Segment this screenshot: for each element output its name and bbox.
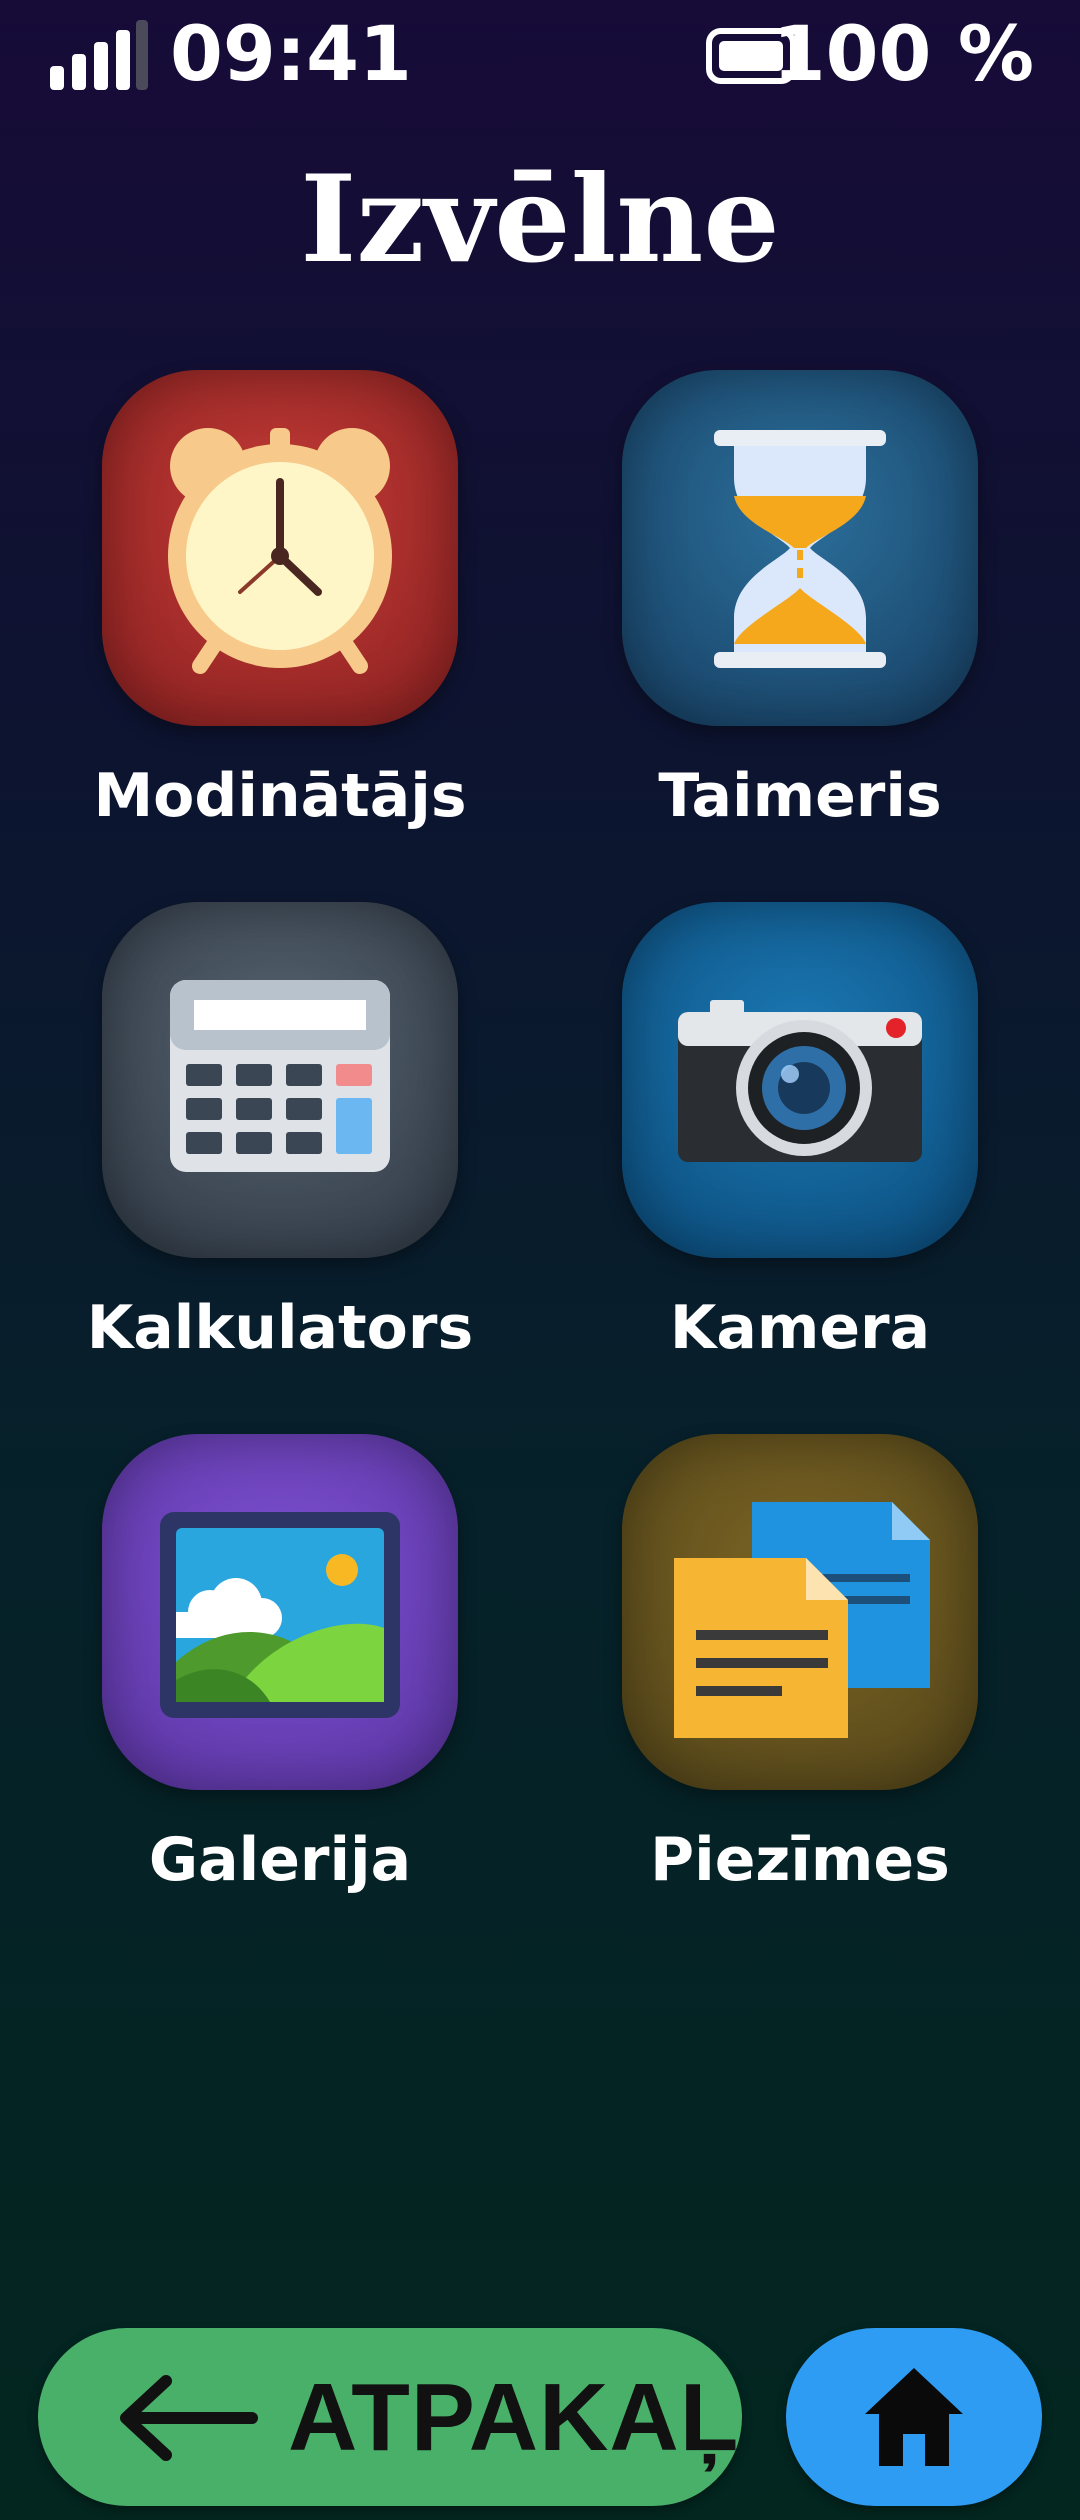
app-label-calculator: Kalkulators [86, 1293, 474, 1363]
gallery-picture-icon [160, 1512, 400, 1718]
app-tile-timer[interactable]: Taimeris [560, 370, 1040, 890]
hourglass-icon [714, 430, 886, 668]
battery-percentage: 100 % [772, 9, 1034, 98]
app-label-alarm: Modinātājs [93, 761, 467, 831]
back-button-label: ATPAKAĻ [288, 2364, 740, 2471]
notes-documents-icon [674, 1502, 930, 1738]
app-icon-notes-background [622, 1434, 978, 1790]
back-button[interactable]: ATPAKAĻ [38, 2328, 742, 2506]
app-tile-notes[interactable]: Piezīmes [560, 1434, 1040, 1954]
app-label-gallery: Galerija [148, 1825, 412, 1895]
app-tile-gallery[interactable]: Galerija [40, 1434, 520, 1954]
app-icon-timer-background [622, 370, 978, 726]
app-icon-gallery-background [102, 1434, 458, 1790]
page-title: Izvēlne [300, 149, 780, 290]
app-icon-camera-background [622, 902, 978, 1258]
app-tile-camera[interactable]: Kamera [560, 902, 1040, 1422]
app-label-timer: Taimeris [658, 761, 942, 831]
status-bar: 09:41 100 % [0, 0, 1080, 110]
camera-icon [678, 1000, 922, 1162]
app-label-notes: Piezīmes [650, 1825, 950, 1895]
status-time: 09:41 [170, 9, 412, 98]
home-icon [865, 2368, 963, 2466]
app-tile-calculator[interactable]: Kalkulators [40, 902, 520, 1422]
arrow-left-icon [120, 2375, 258, 2461]
app-tile-alarm[interactable]: Modinātājs [40, 370, 520, 890]
alarm-clock-icon [168, 428, 392, 674]
app-icon-calculator-background [102, 902, 458, 1258]
signal-bars-icon [50, 20, 148, 90]
calculator-icon [170, 980, 390, 1172]
app-label-camera: Kamera [669, 1293, 931, 1363]
home-button[interactable] [786, 2328, 1042, 2506]
app-icon-alarm-background [102, 370, 458, 726]
